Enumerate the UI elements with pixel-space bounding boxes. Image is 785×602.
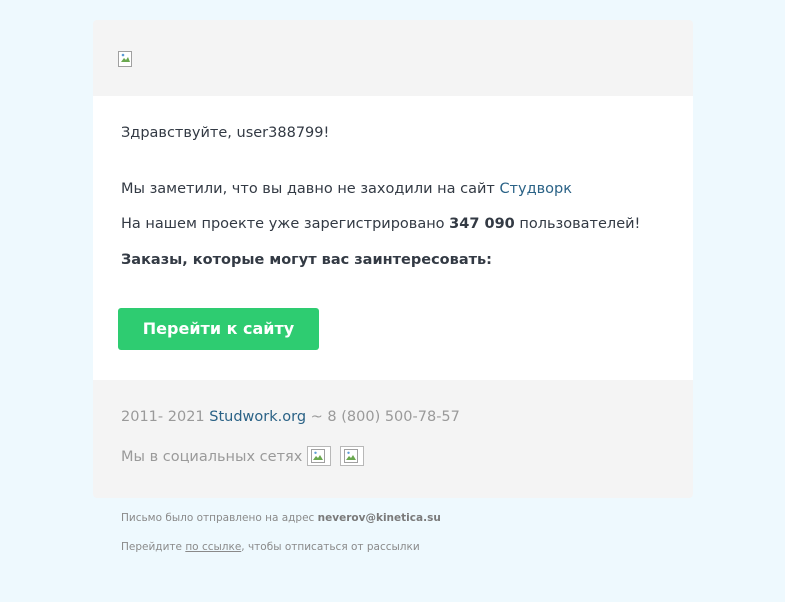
unsubscribe-notice: Перейдите по ссылке, чтобы отписаться от… (121, 541, 420, 553)
social-label: Мы в социальных сетях (121, 449, 303, 465)
sent-to-prefix: Письмо было отправлено на адрес (121, 512, 318, 524)
studwork-org-link[interactable]: Studwork.org (209, 409, 306, 425)
orders-heading: Заказы, которые могут вас заинтересовать… (121, 252, 492, 268)
recipient-email: neverov@kinetica.su (317, 512, 441, 524)
social-link-2[interactable] (340, 446, 364, 466)
copyright-years: 2011- 2021 (121, 409, 210, 425)
unsubscribe-suffix: , чтобы отписаться от рассылки (241, 541, 420, 553)
broken-image-icon (118, 51, 134, 67)
inactive-notice: Мы заметили, что вы давно не заходили на… (121, 181, 572, 197)
email-header (93, 20, 693, 96)
sent-to-notice: Письмо было отправлено на адрес neverov@… (121, 512, 441, 524)
copyright-line: 2011- 2021 Studwork.org ~ 8 (800) 500-78… (121, 409, 460, 425)
phone-number: ~ 8 (800) 500-78-57 (306, 409, 460, 425)
email-footer: 2011- 2021 Studwork.org ~ 8 (800) 500-78… (93, 380, 693, 498)
users-count-line: На нашем проекте уже зарегистрировано 34… (121, 216, 640, 232)
greeting-text: Здравствуйте, user388799! (121, 125, 330, 141)
unsubscribe-prefix: Перейдите (121, 541, 186, 553)
email-container: Здравствуйте, user388799! Мы заметили, ч… (93, 20, 693, 498)
inactive-notice-text: Мы заметили, что вы давно не заходили на… (121, 181, 500, 197)
email-body: Здравствуйте, user388799! Мы заметили, ч… (93, 96, 693, 380)
social-link-1[interactable] (307, 446, 331, 466)
unsubscribe-link[interactable]: по ссылке (185, 541, 241, 553)
go-to-site-button[interactable]: Перейти к сайту (118, 308, 319, 350)
users-count-prefix: На нашем проекте уже зарегистрировано (121, 216, 450, 232)
site-link-studwork[interactable]: Студворк (499, 181, 572, 197)
users-count-suffix: пользователей! (514, 216, 641, 232)
users-count: 347 090 (449, 216, 515, 232)
